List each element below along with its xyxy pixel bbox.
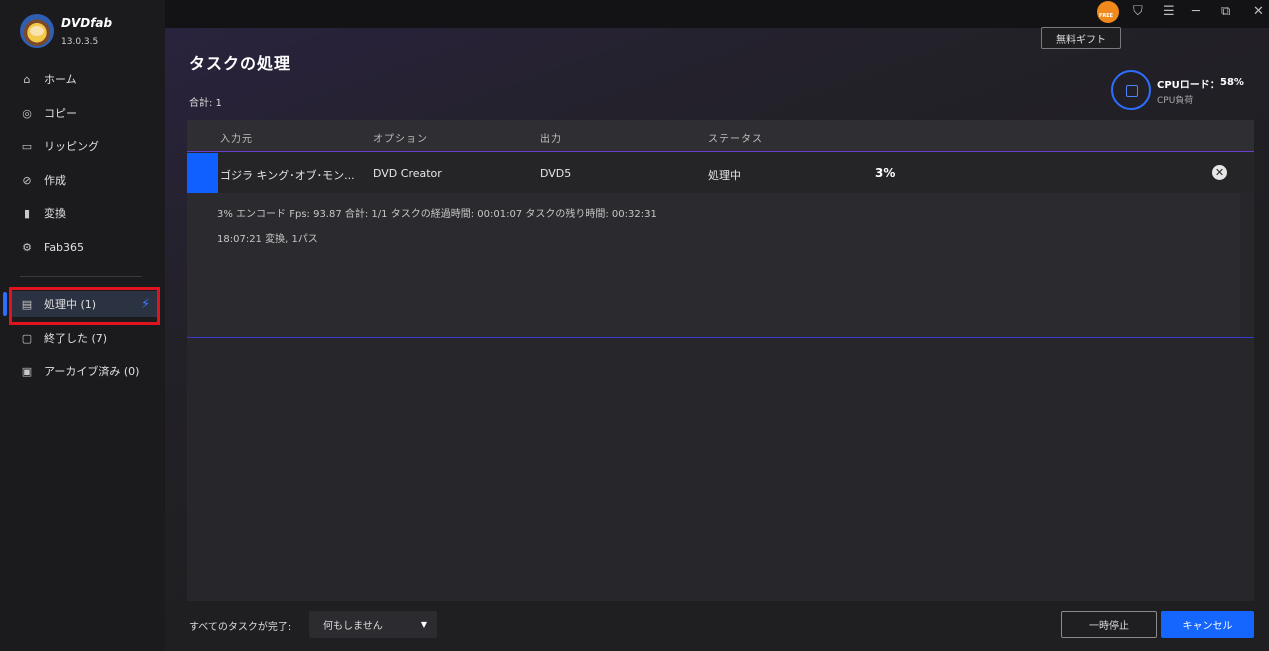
task-detail-panel: 3% エンコード Fps: 93.87 合計: 1/1 タスクの経過時間: 00… bbox=[187, 193, 1240, 337]
sidebar-item-label: 変換 bbox=[44, 207, 66, 220]
sidebar-item-create[interactable]: ⊘ 作成 bbox=[0, 167, 165, 193]
archive-icon: ▣ bbox=[21, 364, 33, 378]
task-log-line: 18:07:21 変換, 1パス bbox=[217, 234, 318, 245]
ripping-icon: ▭ bbox=[21, 139, 33, 153]
close-icon[interactable]: ✕ bbox=[1253, 4, 1264, 19]
cpu-sub-label: CPU負荷 bbox=[1157, 96, 1194, 106]
shirt-icon[interactable]: ⛉ bbox=[1133, 4, 1143, 19]
menu-icon[interactable]: ☰ bbox=[1163, 4, 1175, 19]
minimize-icon[interactable]: ─ bbox=[1192, 4, 1200, 19]
detail-divider bbox=[187, 337, 1254, 338]
task-output: DVD5 bbox=[540, 167, 572, 180]
sidebar-item-ripping[interactable]: ▭ リッピング bbox=[0, 133, 165, 159]
restore-icon[interactable]: ⧉ bbox=[1221, 4, 1230, 19]
cancel-button[interactable]: キャンセル bbox=[1161, 611, 1254, 638]
task-source: ゴジラ キング･オブ･モン... bbox=[220, 169, 355, 182]
highlight-box bbox=[9, 287, 160, 325]
cpu-load-value: 58% bbox=[1220, 77, 1244, 88]
app-window: DVDfab 13.0.3.5 ⌂ ホーム ◎ コピー ▭ リッピング ⊘ 作成… bbox=[0, 0, 1269, 651]
col-output: 出力 bbox=[540, 134, 562, 145]
sidebar-item-label: コピー bbox=[44, 107, 77, 120]
remove-task-button[interactable]: ✕ bbox=[1212, 165, 1227, 180]
select-value: 何もしません bbox=[323, 621, 383, 632]
copy-icon: ◎ bbox=[22, 106, 32, 120]
sidebar-item-label: Fab365 bbox=[44, 240, 85, 254]
total-count: 合計: 1 bbox=[189, 98, 222, 109]
convert-icon: ▮ bbox=[23, 206, 31, 220]
gift-tooltip: 無料ギフト bbox=[1041, 27, 1121, 49]
col-status: ステータス bbox=[708, 134, 763, 145]
main-panel: ⛉ ☰ ─ ⧉ ✕ 無料ギフト タスクの処理 合計: 1 CPUロード： 58%… bbox=[165, 0, 1269, 651]
sidebar: DVDfab 13.0.3.5 ⌂ ホーム ◎ コピー ▭ リッピング ⊘ 作成… bbox=[0, 0, 165, 651]
home-icon: ⌂ bbox=[23, 72, 31, 86]
sidebar-item-label: 作成 bbox=[44, 174, 66, 187]
task-option: DVD Creator bbox=[373, 167, 442, 180]
sidebar-item-label: アーカイブ済み (0) bbox=[44, 365, 140, 378]
cpu-load-label: CPUロード： bbox=[1157, 80, 1220, 91]
after-complete-select[interactable]: 何もしません ▼ bbox=[309, 611, 437, 638]
sidebar-item-home[interactable]: ⌂ ホーム bbox=[0, 66, 165, 92]
after-complete-label: すべてのタスクが完了: bbox=[189, 622, 292, 633]
sidebar-item-fab365[interactable]: ⚙ Fab365 bbox=[0, 234, 165, 260]
brand-name: DVDfab bbox=[61, 16, 113, 30]
sidebar-item-label: リッピング bbox=[44, 140, 99, 153]
task-status: 処理中 bbox=[708, 169, 741, 182]
sidebar-item-convert[interactable]: ▮ 変換 bbox=[0, 200, 165, 226]
create-icon: ⊘ bbox=[22, 173, 32, 187]
table-header: 入力元 オプション 出力 ステータス bbox=[187, 120, 1254, 152]
active-indicator bbox=[3, 292, 7, 316]
pause-button[interactable]: 一時停止 bbox=[1061, 611, 1157, 638]
chevron-down-icon: ▼ bbox=[420, 620, 427, 629]
table-row[interactable]: ゴジラ キング･オブ･モン... DVD Creator DVD5 処理中 3%… bbox=[187, 153, 1254, 193]
cpu-gauge-icon bbox=[1111, 70, 1151, 110]
sidebar-item-label: ホーム bbox=[44, 73, 77, 86]
dvdfab-logo bbox=[20, 14, 54, 48]
sidebar-item-label: 終了した (7) bbox=[44, 332, 108, 345]
title-bar: ⛉ ☰ ─ ⧉ ✕ bbox=[165, 0, 1269, 28]
free-gift-icon[interactable] bbox=[1097, 1, 1119, 23]
task-progress-info: 3% エンコード Fps: 93.87 合計: 1/1 タスクの経過時間: 00… bbox=[217, 209, 657, 220]
task-percent: 3% bbox=[875, 166, 896, 180]
version-label: 13.0.3.5 bbox=[61, 37, 99, 47]
fab365-icon: ⚙ bbox=[22, 240, 32, 254]
finished-icon: ▢ bbox=[21, 331, 33, 345]
sidebar-item-archived[interactable]: ▣ アーカイブ済み (0) bbox=[0, 358, 165, 384]
col-source: 入力元 bbox=[220, 134, 253, 145]
task-thumbnail bbox=[187, 153, 218, 193]
sidebar-item-finished[interactable]: ▢ 終了した (7) bbox=[0, 325, 165, 351]
sidebar-item-copy[interactable]: ◎ コピー bbox=[0, 100, 165, 126]
sidebar-divider bbox=[20, 276, 142, 277]
task-table: 入力元 オプション 出力 ステータス ゴジラ キング･オブ･モン... DVD … bbox=[187, 120, 1254, 601]
col-option: オプション bbox=[373, 134, 428, 145]
page-title: タスクの処理 bbox=[189, 54, 292, 73]
